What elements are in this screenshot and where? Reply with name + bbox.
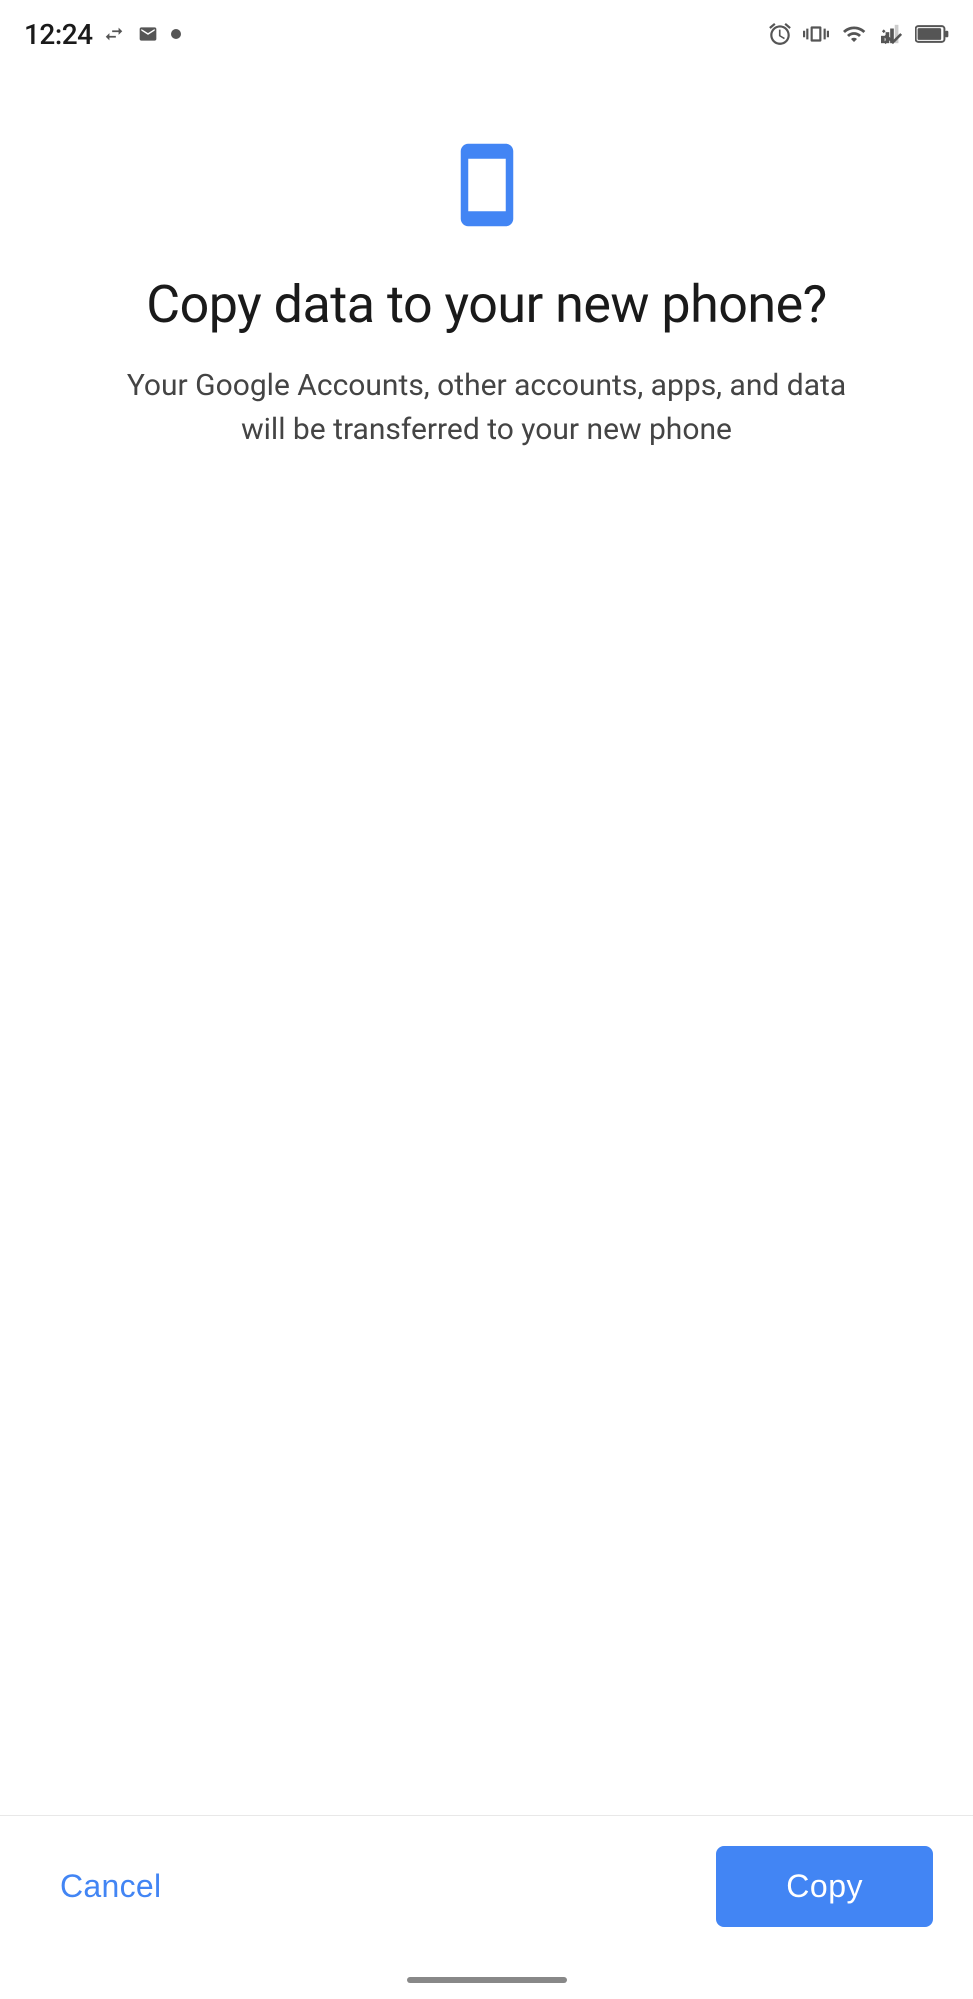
cancel-button[interactable]: Cancel	[40, 1848, 181, 1925]
page-title: Copy data to your new phone?	[146, 274, 826, 336]
notification-dot	[171, 29, 181, 39]
phone-icon-container	[442, 140, 532, 234]
battery-icon	[915, 25, 949, 43]
signal-icon	[879, 23, 905, 45]
copy-button[interactable]: Copy	[716, 1846, 933, 1927]
status-time: 12:24	[24, 18, 93, 51]
phone-icon	[442, 140, 532, 230]
status-bar-right	[767, 21, 949, 47]
mail-icon	[135, 24, 161, 44]
page-subtitle: Your Google Accounts, other accounts, ap…	[117, 364, 857, 451]
bottom-bar: Cancel Copy	[0, 1815, 973, 1977]
home-bar	[407, 1977, 567, 1983]
alarm-icon	[767, 21, 793, 47]
wifi-icon	[839, 22, 869, 46]
status-bar-left: 12:24	[24, 18, 181, 51]
home-indicator	[0, 1977, 973, 1999]
main-content: Copy data to your new phone? Your Google…	[0, 60, 973, 1815]
vibrate-icon	[803, 21, 829, 47]
transfer-icon	[103, 23, 125, 45]
status-bar: 12:24	[0, 0, 973, 60]
